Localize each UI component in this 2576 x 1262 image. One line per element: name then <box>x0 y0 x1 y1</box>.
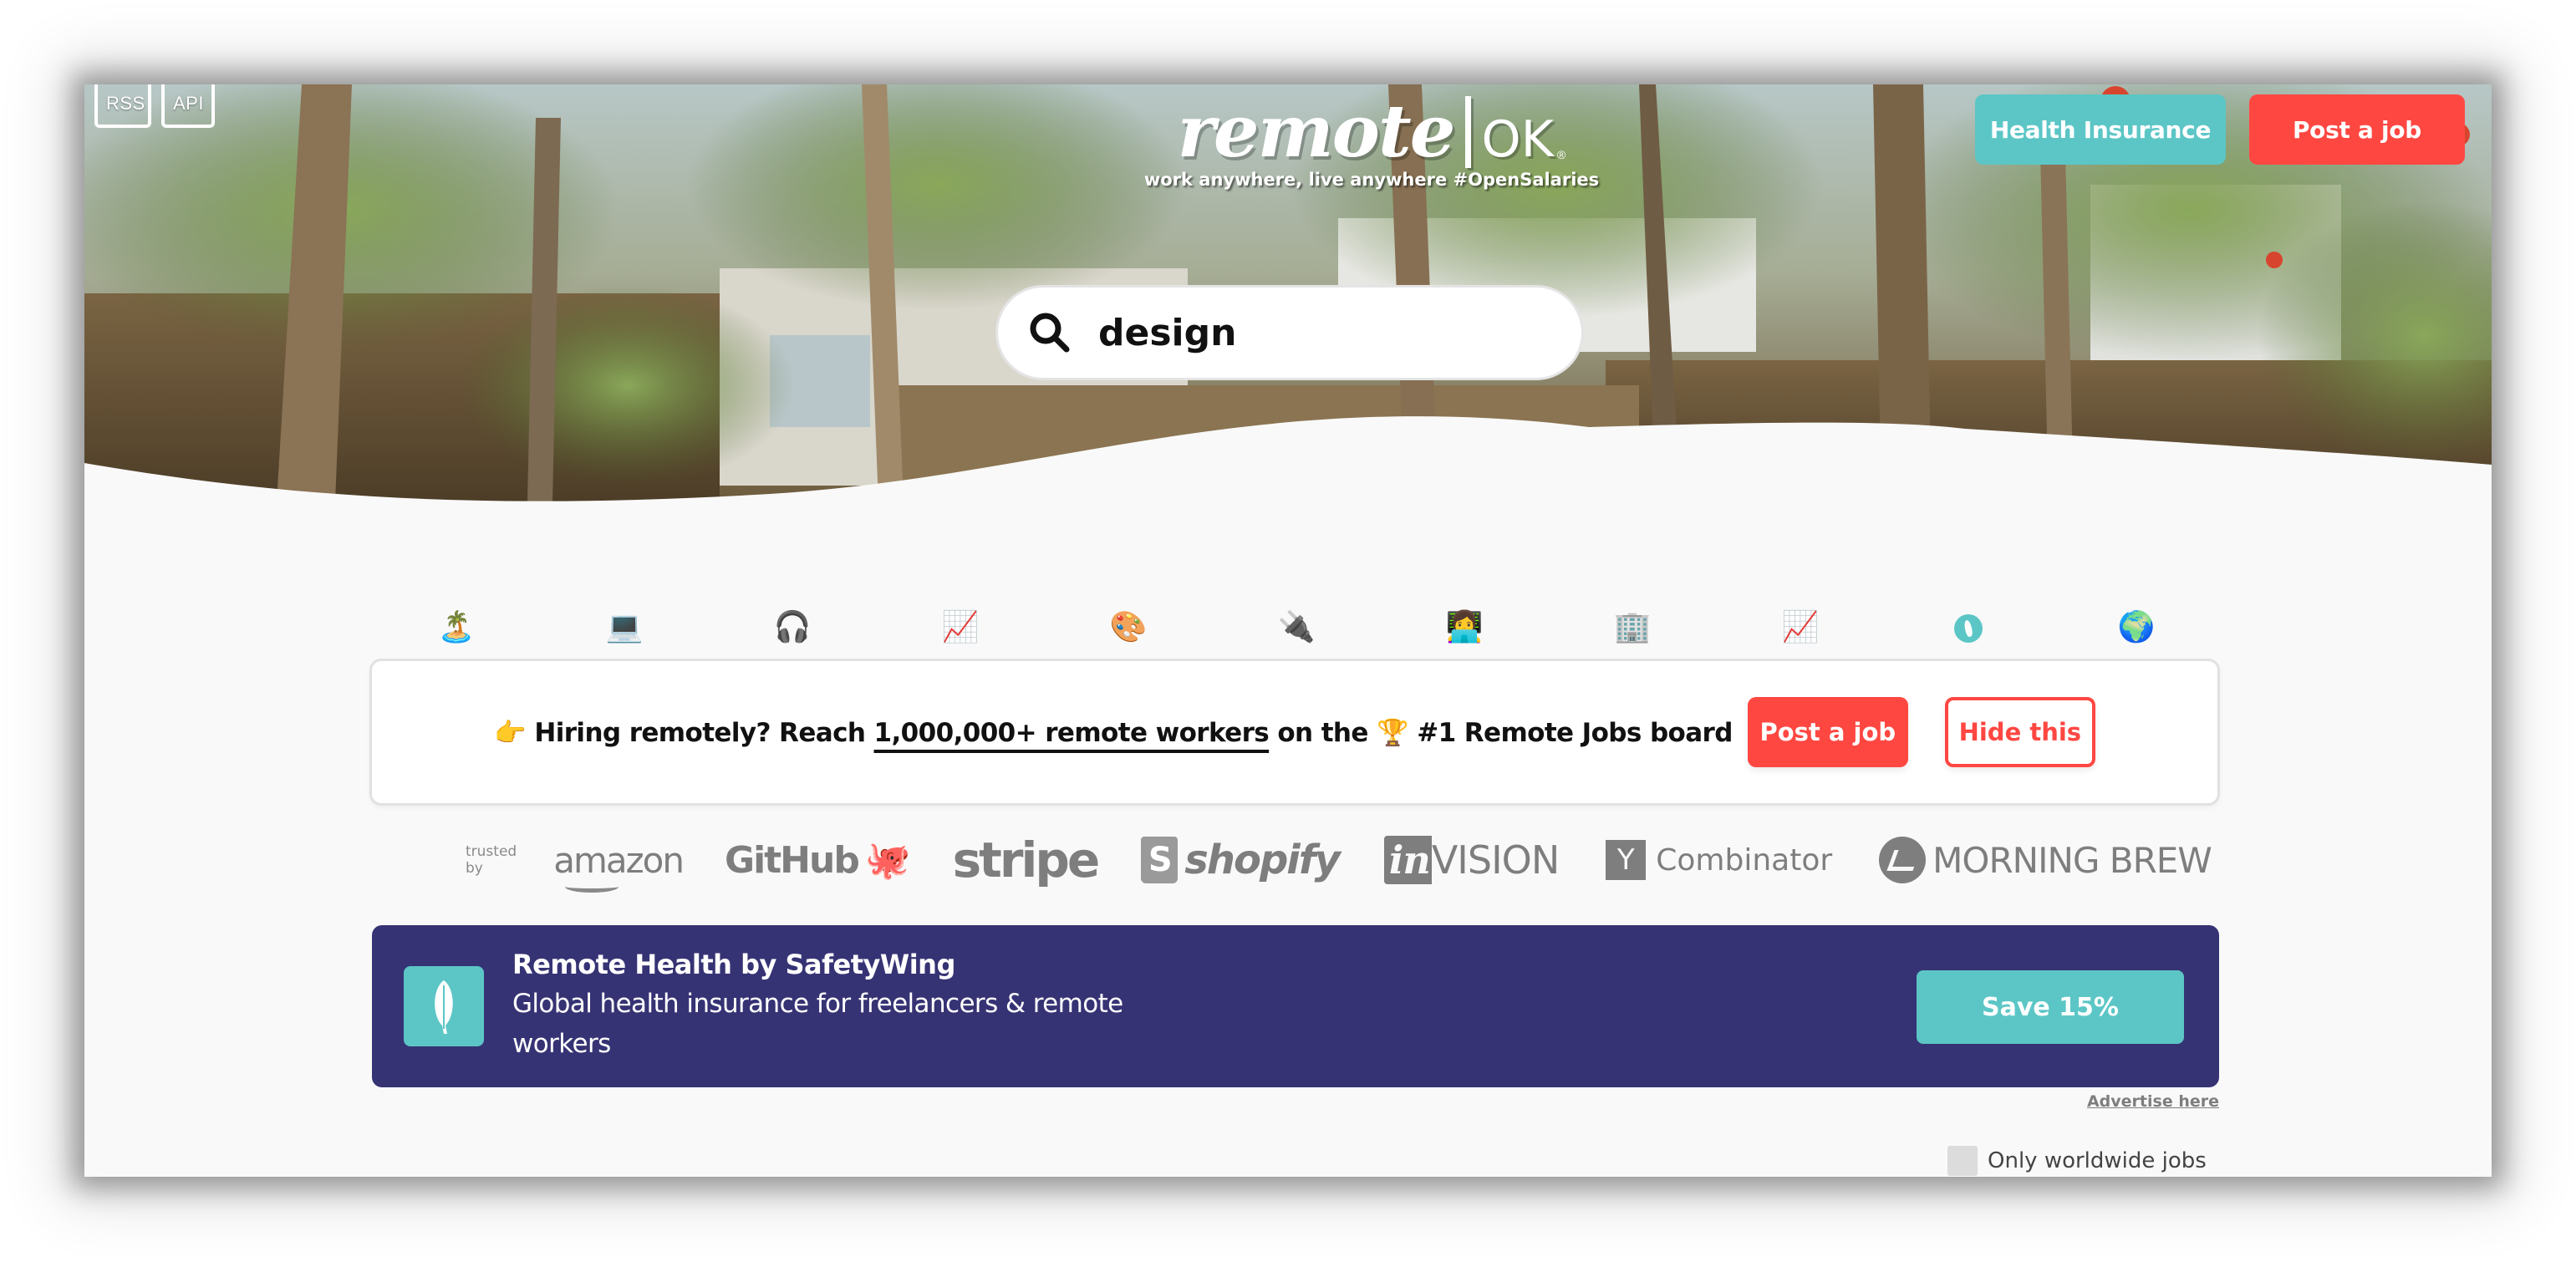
woman-technologist-icon: 👩‍💻 <box>1445 609 1484 644</box>
logo-remote-text: remote <box>1177 89 1456 174</box>
artist-palette-icon: 🎨 <box>1109 609 1148 644</box>
safetywing-ad[interactable]: Remote Health by SafetyWing Global healt… <box>372 925 2219 1087</box>
hiring-post-job-button[interactable]: Post a job <box>1747 697 1908 767</box>
api-link[interactable]: API <box>161 84 215 128</box>
laptop-icon: 💻 <box>605 609 644 644</box>
hiring-banner: 👉 Hiring remotely? Reach 1,000,000+ remo… <box>369 659 2220 806</box>
logo-wordmark: remote OK ® <box>1178 94 1566 170</box>
github-logo: GitHub 🐙 <box>724 838 911 883</box>
y-combinator-logo: Y Combinator <box>1606 840 1832 880</box>
feather-icon <box>435 980 453 1034</box>
search-input[interactable] <box>1098 311 1566 354</box>
ad-title: Remote Health by SafetyWing <box>512 949 955 980</box>
amazon-logo: amazon <box>553 840 685 893</box>
headphones-icon: 🎧 <box>773 609 812 644</box>
hiring-text-before: Hiring remotely? Reach <box>534 717 874 748</box>
mug-icon <box>1879 837 1927 883</box>
rss-link[interactable]: RSS <box>94 84 151 128</box>
shopping-bag-icon: S <box>1141 837 1179 883</box>
invision-logo: in VISION <box>1383 836 1560 884</box>
ad-text: Remote Health by SafetyWing Global healt… <box>512 945 1181 1064</box>
stripe-logo: stripe <box>952 832 1101 888</box>
desert-island-icon: 🏝️ <box>437 609 476 644</box>
hiring-text-middle: on the <box>1269 717 1377 748</box>
office-building-icon: 🏢 <box>1613 609 1652 644</box>
registered-mark: ® <box>1557 148 1566 161</box>
browser-page: RSS API remote OK ® work anywhere, live … <box>84 84 2492 1177</box>
remote-workers-link[interactable]: 1,000,000+ remote workers <box>874 718 1270 748</box>
electric-plug-icon: 🔌 <box>1277 609 1316 644</box>
hero-section: RSS API remote OK ® work anywhere, live … <box>84 84 2492 502</box>
logo-divider <box>1465 96 1472 168</box>
post-job-button[interactable]: Post a job <box>2249 94 2465 165</box>
globe-europe-africa-icon: 🌍 <box>2117 609 2156 644</box>
tagline: work anywhere, live anywhere #OpenSalari… <box>1143 170 1600 190</box>
pointing-hand-icon: 👉 <box>494 717 527 748</box>
search-bar[interactable] <box>995 285 1584 380</box>
health-insurance-button[interactable]: Health Insurance <box>1975 94 2226 165</box>
chart-increasing-icon: 📈 <box>1781 609 1820 644</box>
worldwide-filter[interactable]: Only worldwide jobs <box>1947 1146 2207 1176</box>
site-logo[interactable]: remote OK ® work anywhere, live anywhere… <box>1129 84 1614 191</box>
chart-increasing-icon: 📈 <box>941 609 980 644</box>
morning-brew-logo: MORNING BREW <box>1879 837 2212 883</box>
logo-ok-text: OK <box>1481 110 1555 169</box>
advertise-here-link[interactable]: Advertise here <box>2082 1092 2219 1111</box>
worldwide-checkbox[interactable] <box>1947 1146 1978 1176</box>
hide-banner-button[interactable]: Hide this <box>1944 697 2095 767</box>
save-15-button[interactable]: Save 15% <box>1917 970 2184 1044</box>
ad-description: Global health insurance for freelancers … <box>512 989 1123 1059</box>
safetywing-feather-icon <box>1954 603 1983 651</box>
hiring-banner-text: 👉 Hiring remotely? Reach 1,000,000+ remo… <box>494 717 1733 748</box>
shopify-logo: Sshopify <box>1141 837 1341 883</box>
trusted-by-label: trusted by <box>466 843 517 877</box>
search-icon <box>1030 313 1070 353</box>
worldwide-label: Only worldwide jobs <box>1988 1148 2207 1173</box>
trophy-icon: 🏆 <box>1377 717 1409 748</box>
octocat-icon: 🐙 <box>864 839 911 882</box>
hiring-text-after: #1 Remote Jobs board <box>1408 717 1733 748</box>
trusted-by-logos: trusted by amazon GitHub 🐙 stripe Sshopif… <box>419 818 2212 902</box>
safetywing-logo <box>404 966 484 1046</box>
